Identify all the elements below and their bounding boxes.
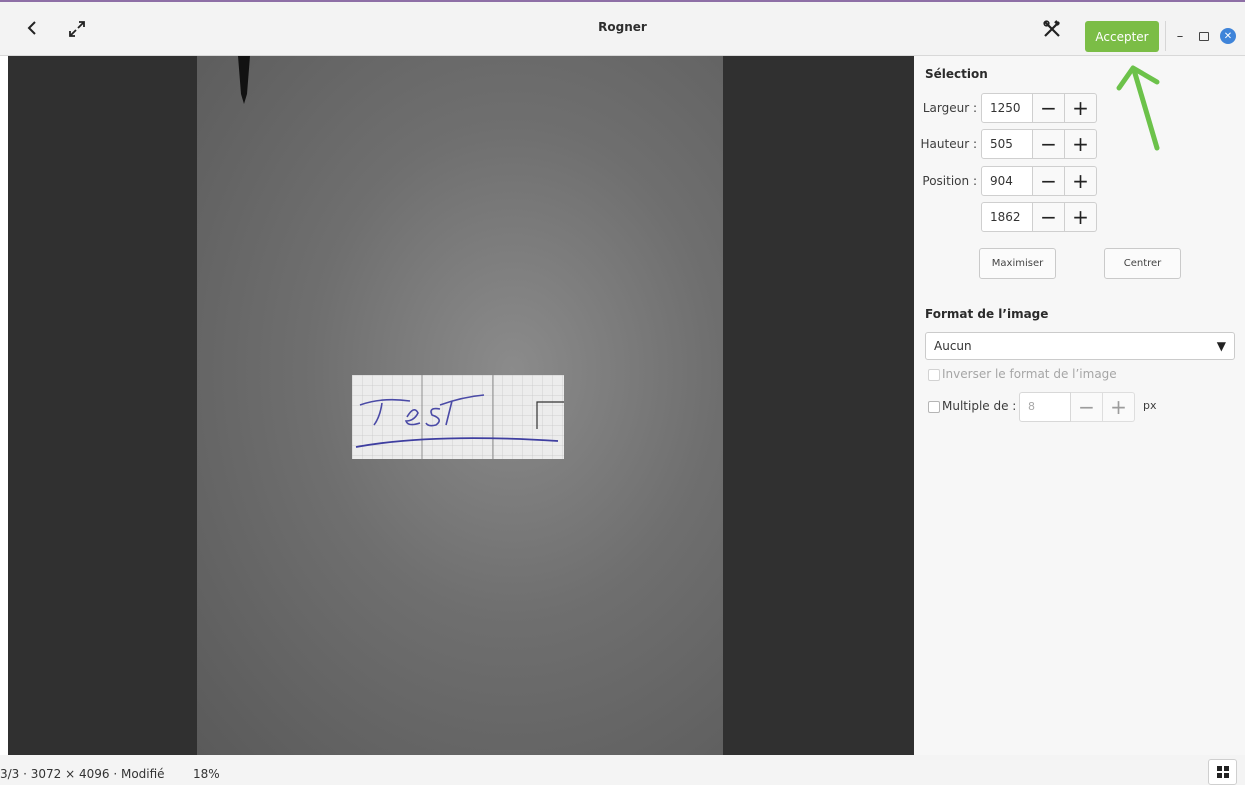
format-select-value: Aucun xyxy=(934,339,972,353)
width-label: Largeur : xyxy=(922,101,977,115)
tools-icon xyxy=(1043,20,1060,37)
invert-format-label: Inverser le format de l’image xyxy=(942,367,1117,381)
status-bar: 3/3 · 3072 × 4096 · Modifié 18% xyxy=(0,755,1245,785)
crop-settings-panel: Sélection Largeur : 1250 − + Hauteur : 5… xyxy=(914,56,1245,755)
maximize-selection-button[interactable]: Maximiser xyxy=(979,248,1056,279)
dropdown-arrow-icon: ▼ xyxy=(1216,339,1226,353)
accept-button[interactable]: Accepter xyxy=(1085,21,1159,52)
width-field[interactable]: 1250 xyxy=(981,93,1033,123)
multiple-unit-label: px xyxy=(1143,399,1157,412)
plus-icon: + xyxy=(1072,132,1089,156)
minus-icon: − xyxy=(1078,395,1095,419)
titlebar-separator xyxy=(1165,21,1166,51)
crop-selection[interactable] xyxy=(352,375,564,459)
minus-icon: − xyxy=(1040,205,1057,229)
pen-tip-image xyxy=(238,56,250,104)
plus-icon: + xyxy=(1072,205,1089,229)
plus-icon: + xyxy=(1110,395,1127,419)
minus-icon: − xyxy=(1040,132,1057,156)
position-y-decrease-button[interactable]: − xyxy=(1033,202,1065,232)
handwritten-note-image xyxy=(352,375,564,459)
multiple-increase-button[interactable]: + xyxy=(1103,392,1135,422)
grid-icon xyxy=(1216,766,1229,778)
multiple-decrease-button[interactable]: − xyxy=(1071,392,1103,422)
gallery-view-button[interactable] xyxy=(1208,759,1237,785)
multiple-of-label: Multiple de : xyxy=(942,399,1017,413)
image-info: 3/3 · 3072 × 4096 · Modifié xyxy=(0,767,165,781)
close-icon: ✕ xyxy=(1223,30,1233,42)
back-icon xyxy=(27,21,36,35)
position-y-field[interactable]: 1862 xyxy=(981,202,1033,232)
minimize-button[interactable]: – xyxy=(1173,26,1187,46)
format-title: Format de l’image xyxy=(925,307,1049,321)
tools-button[interactable] xyxy=(1038,16,1066,42)
back-button[interactable] xyxy=(20,16,44,40)
multiple-of-checkbox[interactable] xyxy=(928,401,940,413)
position-x-increase-button[interactable]: + xyxy=(1065,166,1097,196)
height-label: Hauteur : xyxy=(920,137,977,151)
multiple-of-field[interactable]: 8 xyxy=(1019,392,1071,422)
fullscreen-icon xyxy=(69,21,85,37)
fullscreen-button[interactable] xyxy=(64,16,90,42)
position-x-decrease-button[interactable]: − xyxy=(1033,166,1065,196)
close-button[interactable]: ✕ xyxy=(1220,28,1236,44)
height-increase-button[interactable]: + xyxy=(1065,129,1097,159)
height-field[interactable]: 505 xyxy=(981,129,1033,159)
position-x-field[interactable]: 904 xyxy=(981,166,1033,196)
width-decrease-button[interactable]: − xyxy=(1033,93,1065,123)
height-decrease-button[interactable]: − xyxy=(1033,129,1065,159)
title-bar: Rogner Accepter – ✕ xyxy=(0,0,1245,56)
position-y-increase-button[interactable]: + xyxy=(1065,202,1097,232)
selection-title: Sélection xyxy=(925,67,988,81)
format-select[interactable]: Aucun ▼ xyxy=(925,332,1235,360)
position-label: Position : xyxy=(922,174,977,188)
minus-icon: − xyxy=(1040,169,1057,193)
image-viewer[interactable] xyxy=(8,56,914,755)
minimize-icon: – xyxy=(1176,28,1184,44)
invert-format-checkbox[interactable] xyxy=(928,369,940,381)
plus-icon: + xyxy=(1072,96,1089,120)
zoom-level: 18% xyxy=(193,767,220,781)
width-increase-button[interactable]: + xyxy=(1065,93,1097,123)
maximize-button[interactable] xyxy=(1199,32,1209,41)
plus-icon: + xyxy=(1072,169,1089,193)
minus-icon: − xyxy=(1040,96,1057,120)
center-selection-button[interactable]: Centrer xyxy=(1104,248,1181,279)
